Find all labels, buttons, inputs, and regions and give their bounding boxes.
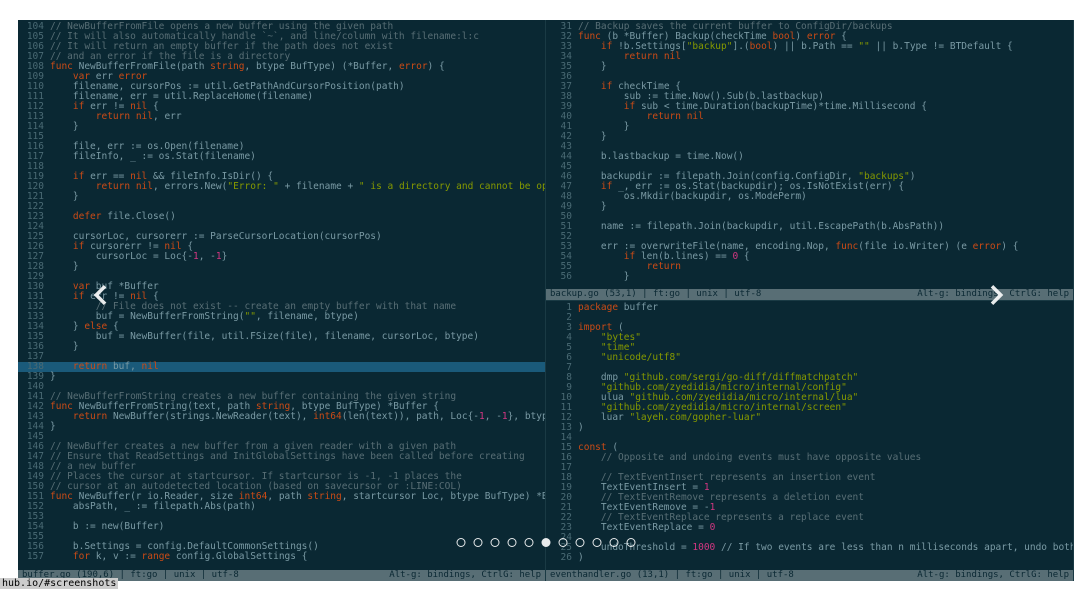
carousel-dot-4[interactable] bbox=[525, 538, 534, 547]
right-top-pane[interactable]: 31// Backup saves the current buffer to … bbox=[546, 20, 1073, 301]
carousel-dot-7[interactable] bbox=[576, 538, 585, 547]
carousel-next-icon[interactable] bbox=[982, 280, 1012, 310]
carousel-dot-0[interactable] bbox=[457, 538, 466, 547]
carousel-prev-icon[interactable] bbox=[85, 280, 115, 310]
carousel-dot-10[interactable] bbox=[627, 538, 636, 547]
carousel-dot-6[interactable] bbox=[559, 538, 568, 547]
carousel-dot-8[interactable] bbox=[593, 538, 602, 547]
status-rb-help: Alt-g: bindings, CtrlG: help bbox=[917, 570, 1069, 581]
statusbar-right-bot: eventhandler.go (13,1) | ft:go | unix | … bbox=[546, 570, 1073, 581]
editor-split-view: 104// NewBufferFromFile opens a new buff… bbox=[18, 20, 1074, 581]
carousel-dot-5[interactable] bbox=[542, 538, 551, 547]
status-rb-text: eventhandler.go (13,1) | ft:go | unix | … bbox=[550, 570, 794, 581]
status-help-text: Alt-g: bindings, CtrlG: help bbox=[389, 570, 541, 581]
status-rt-text: backup.go (53,1) | ft:go | unix | utf-8 bbox=[550, 289, 761, 300]
carousel-dot-2[interactable] bbox=[491, 538, 500, 547]
url-hint: hub.io/#screenshots bbox=[0, 578, 118, 589]
carousel-dot-1[interactable] bbox=[474, 538, 483, 547]
carousel-dots bbox=[457, 538, 636, 547]
carousel-dot-3[interactable] bbox=[508, 538, 517, 547]
carousel-dot-9[interactable] bbox=[610, 538, 619, 547]
